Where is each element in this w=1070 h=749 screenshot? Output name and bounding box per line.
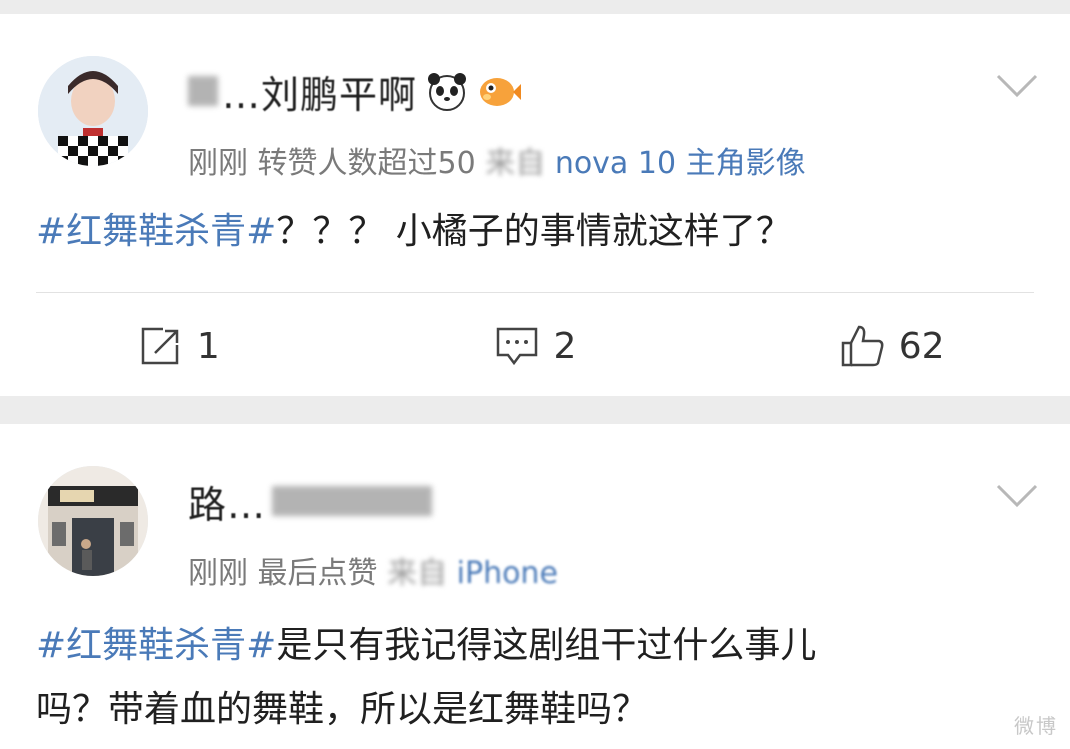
avatar[interactable] bbox=[38, 56, 148, 166]
hashtag-link[interactable]: #红舞鞋杀青# bbox=[36, 625, 276, 666]
post-text-line1: 是只有我记得这剧组干过什么事儿 bbox=[276, 625, 817, 666]
panda-icon bbox=[425, 69, 469, 113]
meta-time: 刚刚 转赞人数超过50 bbox=[188, 146, 476, 181]
post-text-line2: 吗？带着血的舞鞋，所以是红舞鞋吗？ bbox=[36, 689, 649, 730]
watermark: 微博 bbox=[1014, 714, 1058, 738]
divider bbox=[36, 292, 1034, 293]
username[interactable]: 路… bbox=[188, 474, 266, 529]
meta-source-label: 来自 bbox=[387, 556, 448, 591]
avatar-storefront-icon bbox=[38, 466, 148, 576]
like-button[interactable]: 62 bbox=[713, 316, 1070, 376]
redaction-blur bbox=[272, 486, 433, 516]
post-meta: 刚刚 转赞人数超过50 来自 nova 10 主角影像 bbox=[188, 138, 806, 182]
like-count: 62 bbox=[898, 325, 945, 367]
redaction-blur bbox=[188, 76, 218, 106]
comment-icon bbox=[496, 327, 537, 366]
weibo-feed: …刘鹏平啊 刚刚 转赞人数超过50 来自 nova 10 主角影像 #红舞鞋杀青… bbox=[0, 0, 1070, 749]
post-card[interactable]: 路… 刚刚 最后点赞 来自 iPhone #红舞鞋杀青#是只有我记得这剧组干过什… bbox=[0, 424, 1070, 749]
hashtag-link[interactable]: #红舞鞋杀青# bbox=[36, 211, 276, 252]
repost-icon bbox=[141, 327, 179, 365]
meta-source-label: 来自 bbox=[485, 146, 546, 181]
action-bar: 1 2 62 bbox=[0, 316, 1070, 376]
username-row: …刘鹏平啊 bbox=[188, 64, 522, 119]
username-row: 路… bbox=[188, 474, 436, 529]
meta-device[interactable]: nova 10 主角影像 bbox=[555, 146, 806, 181]
repost-button[interactable]: 1 bbox=[0, 316, 357, 376]
post-body: #红舞鞋杀青#？？？ 小橘子的事情就这样了？ bbox=[36, 200, 1036, 264]
meta-device[interactable]: iPhone bbox=[457, 556, 558, 591]
post-card[interactable]: …刘鹏平啊 刚刚 转赞人数超过50 来自 nova 10 主角影像 #红舞鞋杀青… bbox=[0, 14, 1070, 396]
chevron-down-icon[interactable] bbox=[994, 472, 1040, 518]
thumbs-up-icon bbox=[841, 325, 884, 367]
meta-time: 刚刚 最后点赞 bbox=[188, 556, 378, 591]
post-body: #红舞鞋杀青#是只有我记得这剧组干过什么事儿 吗？带着血的舞鞋，所以是红舞鞋吗？ bbox=[36, 614, 1036, 742]
post-meta: 刚刚 最后点赞 来自 iPhone bbox=[188, 548, 558, 592]
chevron-down-icon[interactable] bbox=[994, 62, 1040, 108]
repost-count: 1 bbox=[196, 325, 220, 367]
post-text: ？？？ 小橘子的事情就这样了？ bbox=[276, 211, 792, 252]
avatar-boy-icon bbox=[38, 56, 148, 166]
pufferfish-icon bbox=[477, 69, 522, 113]
avatar[interactable] bbox=[38, 466, 148, 576]
username[interactable]: …刘鹏平啊 bbox=[222, 64, 417, 119]
comment-button[interactable]: 2 bbox=[357, 316, 714, 376]
comment-count: 2 bbox=[553, 325, 577, 367]
